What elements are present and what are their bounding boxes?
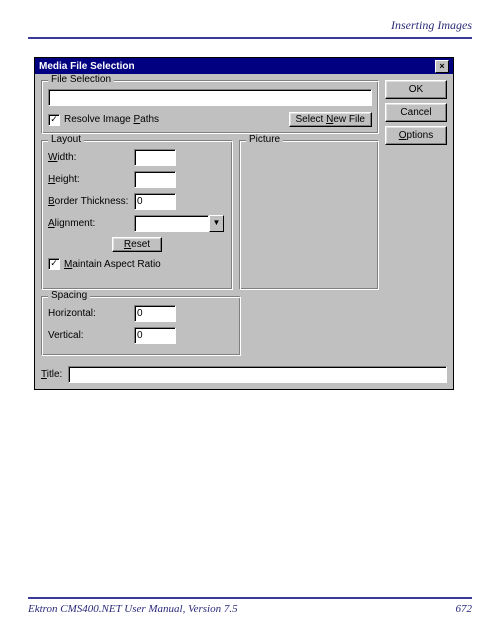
document-page: Inserting Images Media File Selection × … xyxy=(0,0,500,633)
maintain-aspect-label: Maintain Aspect Ratio xyxy=(64,259,161,270)
footer-rule xyxy=(28,597,472,599)
border-label: Border Thickness: xyxy=(48,196,134,207)
chevron-down-icon[interactable]: ▼ xyxy=(209,215,224,232)
height-label: Height: xyxy=(48,174,134,185)
border-input[interactable] xyxy=(134,193,176,210)
spacing-group: Spacing Horizontal: Vertical: xyxy=(41,296,241,356)
horizontal-label: Horizontal: xyxy=(48,308,134,319)
height-input[interactable] xyxy=(134,171,176,188)
reset-button[interactable]: Reset xyxy=(112,237,162,252)
alignment-label: Alignment: xyxy=(48,218,134,229)
file-selection-legend: File Selection xyxy=(48,74,114,85)
select-new-file-button[interactable]: Select New File xyxy=(289,112,373,127)
title-input[interactable] xyxy=(68,366,447,383)
horizontal-input[interactable] xyxy=(134,305,176,322)
file-selection-group: File Selection ✓ Resolve Image Paths Sel… xyxy=(41,80,379,134)
picture-legend: Picture xyxy=(246,134,283,145)
title-label: Title: xyxy=(41,369,62,380)
file-path-input[interactable] xyxy=(48,89,372,106)
close-icon[interactable]: × xyxy=(435,60,449,73)
picture-group: Picture xyxy=(239,140,379,290)
header-rule xyxy=(28,37,472,39)
maintain-aspect-checkbox[interactable]: ✓ xyxy=(48,258,60,270)
layout-legend: Layout xyxy=(48,134,84,145)
options-button[interactable]: Options xyxy=(385,126,447,145)
width-input[interactable] xyxy=(134,149,176,166)
ok-button[interactable]: OK xyxy=(385,80,447,99)
layout-group: Layout Width: Height: Border Thickness: xyxy=(41,140,233,290)
cancel-button[interactable]: Cancel xyxy=(385,103,447,122)
media-file-selection-dialog: Media File Selection × File Selection ✓ … xyxy=(34,57,454,390)
footer-manual-title: Ektron CMS400.NET User Manual, Version 7… xyxy=(28,603,238,615)
footer-page-number: 672 xyxy=(456,603,473,615)
dialog-title: Media File Selection xyxy=(39,61,135,72)
header-section-title: Inserting Images xyxy=(28,18,472,33)
width-label: Width: xyxy=(48,152,134,163)
resolve-paths-label: Resolve Image Paths xyxy=(64,114,159,125)
page-footer: Ektron CMS400.NET User Manual, Version 7… xyxy=(28,597,472,615)
dialog-body: File Selection ✓ Resolve Image Paths Sel… xyxy=(35,74,453,389)
dialog-titlebar: Media File Selection × xyxy=(35,58,453,74)
vertical-label: Vertical: xyxy=(48,330,134,341)
resolve-paths-checkbox[interactable]: ✓ xyxy=(48,114,60,126)
vertical-input[interactable] xyxy=(134,327,176,344)
spacing-legend: Spacing xyxy=(48,290,90,301)
alignment-combo[interactable] xyxy=(134,215,209,232)
